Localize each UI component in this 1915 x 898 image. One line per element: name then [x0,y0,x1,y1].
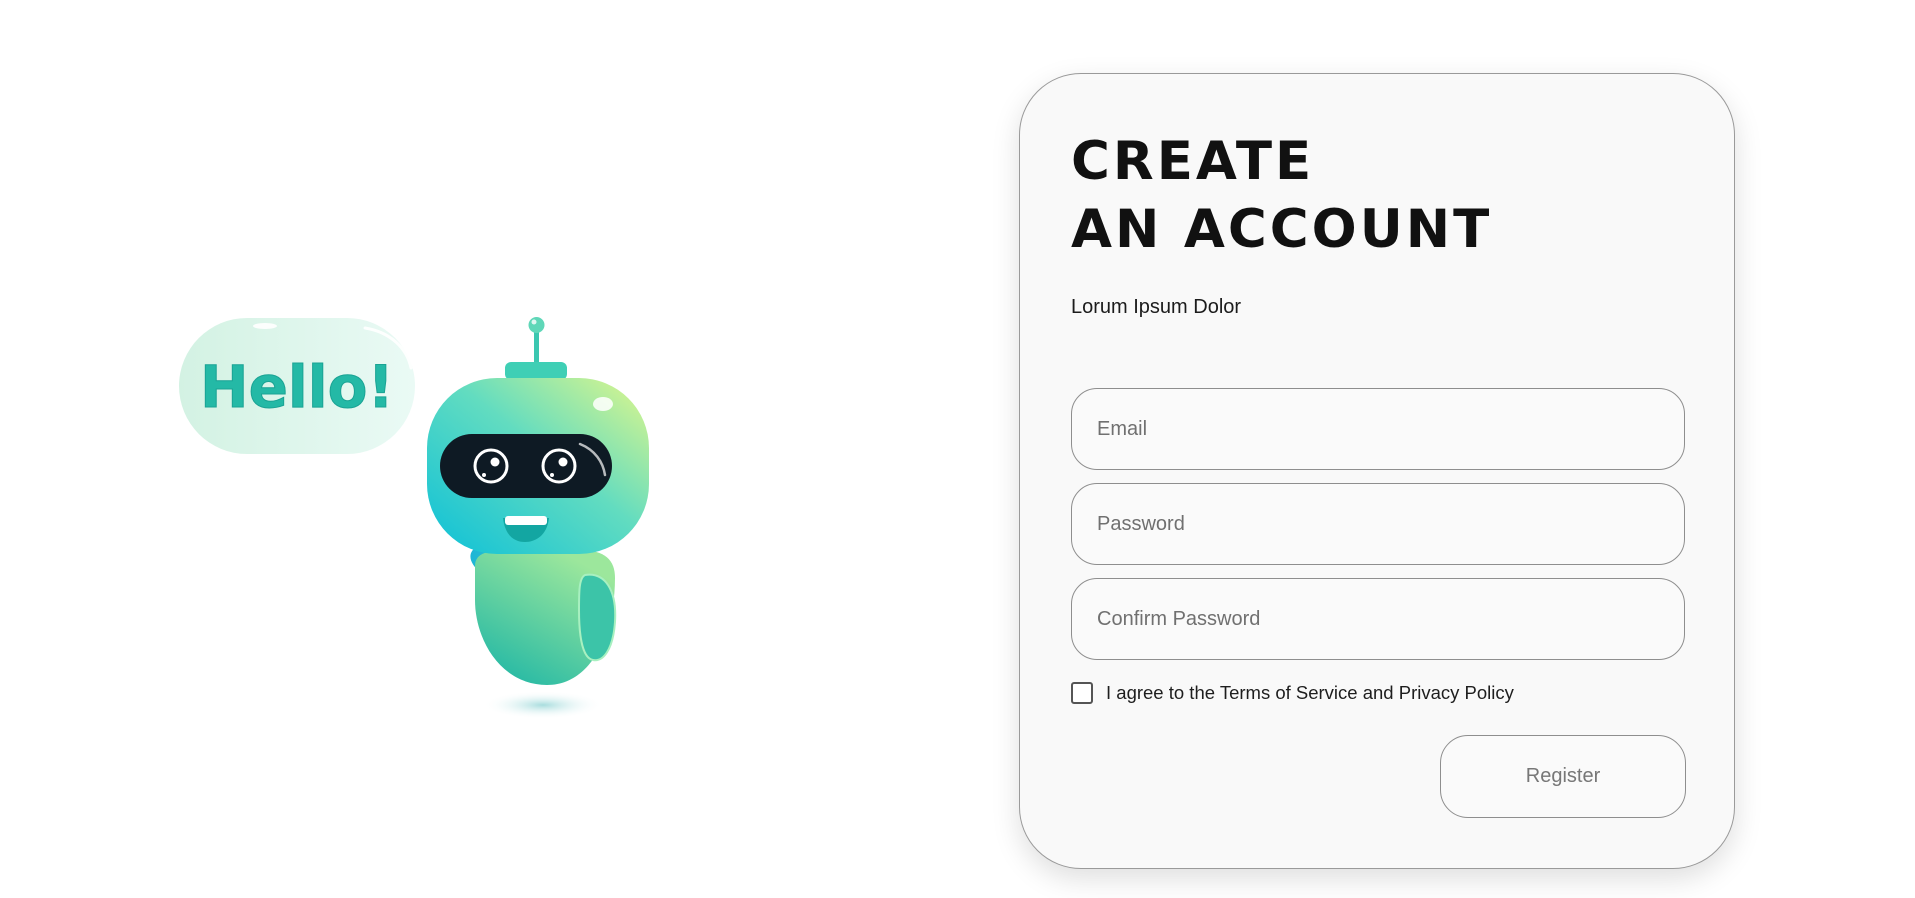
subtitle: Lorum Ipsum Dolor [1071,296,1242,318]
registration-card: CREATE AN ACCOUNT Lorum Ipsum Dolor I ag… [1019,73,1735,869]
robot-head [427,378,649,554]
robot-shadow [483,691,603,719]
title-line-1: CREATE [1071,131,1315,192]
terms-label[interactable]: I agree to the Terms of Service and Priv… [1106,682,1514,704]
antenna [505,317,567,380]
terms-checkbox[interactable] [1071,682,1093,704]
confirm-password-field[interactable] [1071,578,1685,660]
hello-text: Hello! [200,353,394,421]
robot-visor [440,434,612,498]
password-field[interactable] [1071,483,1685,565]
register-button[interactable]: Register [1440,735,1686,818]
robot-left-eye [473,448,509,484]
page-title: CREATE AN ACCOUNT [1071,128,1492,264]
terms-row: I agree to the Terms of Service and Priv… [1071,680,1514,706]
robot-right-eye [541,448,577,484]
email-field[interactable] [1071,388,1685,470]
title-line-2: AN ACCOUNT [1071,199,1493,260]
robot-body [475,550,617,685]
robot-illustration: Hello! [175,310,655,730]
